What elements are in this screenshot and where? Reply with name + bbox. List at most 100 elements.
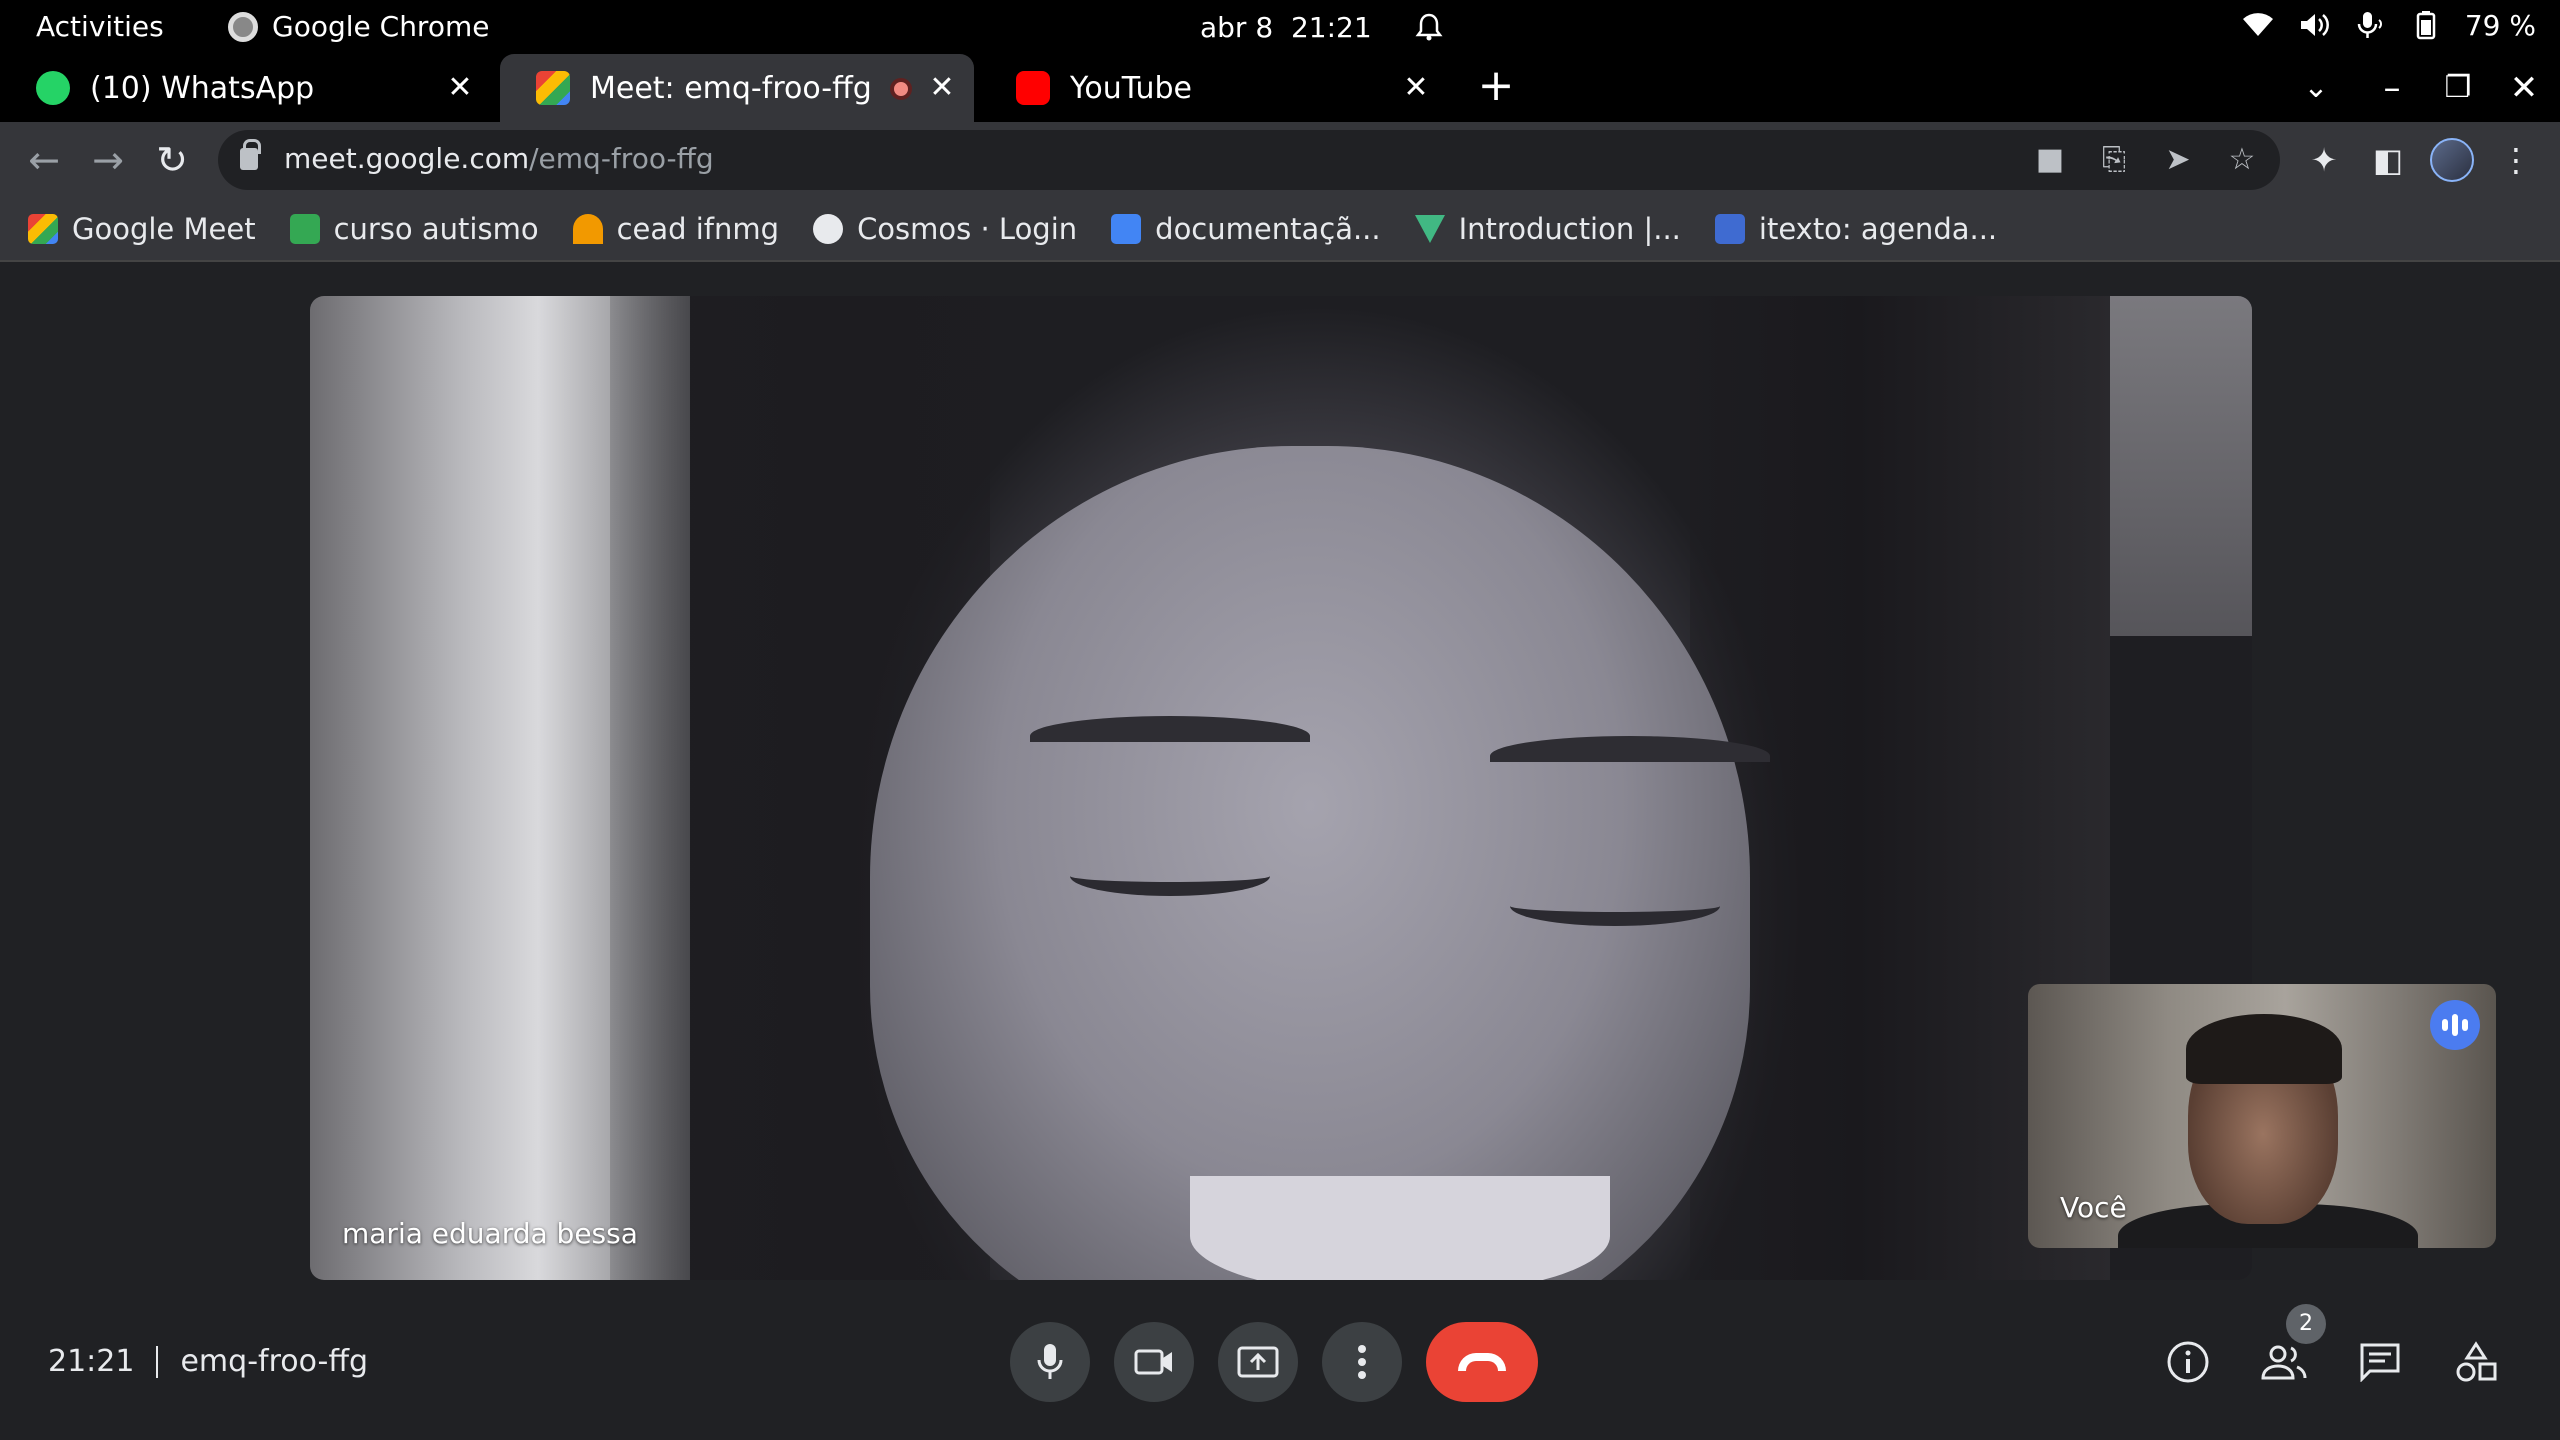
translate-icon[interactable]: ⎘: [2096, 142, 2132, 178]
people-icon: [2261, 1345, 2307, 1380]
vue-icon: [1414, 215, 1445, 243]
participant-video-main[interactable]: maria eduarda bessa: [310, 296, 2252, 1280]
close-icon[interactable]: ✕: [442, 70, 478, 106]
youtube-icon: [1016, 71, 1050, 105]
url-path: /emq-froo-ffg: [529, 142, 714, 175]
meeting-details-button[interactable]: [2160, 1334, 2216, 1390]
microphone-button[interactable]: [1010, 1322, 1090, 1402]
battery-icon: [2409, 8, 2443, 42]
document-icon: [1111, 214, 1142, 244]
tab-label: YouTube: [1070, 70, 1192, 106]
bookmark-label: Cosmos · Login: [857, 212, 1078, 246]
present-screen-icon: [1237, 1346, 1279, 1378]
url-text: meet.google.com/emq-froo-ffg: [284, 142, 714, 175]
participant-name-label: maria eduarda bessa: [342, 1217, 638, 1250]
close-icon[interactable]: ✕: [924, 70, 960, 106]
minimize-button[interactable]: –: [2362, 54, 2422, 122]
bookmark-label: cead ifnmg: [616, 212, 780, 246]
bookmark-label: itexto: agenda...: [1758, 212, 1998, 246]
google-meet-icon: [28, 214, 58, 244]
back-button[interactable]: ←: [20, 136, 68, 184]
tab-meet[interactable]: Meet: emq-froo-ffg ✕: [500, 54, 974, 122]
camera-icon: [1134, 1349, 1172, 1375]
google-classroom-icon: [289, 214, 320, 244]
chat-icon: [2360, 1343, 2400, 1382]
bookmark-label: Google Meet: [72, 212, 256, 246]
video-detail: [1070, 856, 1270, 896]
tab-label: (10) WhatsApp: [90, 70, 315, 106]
participant-face: [870, 446, 1750, 1280]
google-meet-icon: [536, 71, 570, 105]
self-view-video[interactable]: Você: [2028, 984, 2496, 1248]
extensions-puzzle-icon[interactable]: ✦: [2302, 138, 2346, 182]
forward-button[interactable]: →: [84, 136, 132, 184]
meeting-time: 21:21: [48, 1344, 135, 1379]
close-icon[interactable]: ✕: [1398, 70, 1434, 106]
globe-icon: [813, 214, 844, 244]
bookmark-google-meet[interactable]: Google Meet: [28, 212, 256, 246]
reload-button[interactable]: ↻: [148, 136, 196, 184]
html5-icon: [1714, 214, 1745, 244]
bookmark-documentacao[interactable]: documentaçã...: [1111, 212, 1381, 246]
new-tab-button[interactable]: +: [1472, 54, 1520, 122]
bookmark-introduction[interactable]: Introduction |...: [1414, 212, 1681, 246]
bookmark-cead-ifnmg[interactable]: cead ifnmg: [572, 212, 780, 246]
battery-percentage: 79 %: [2464, 8, 2536, 42]
lock-icon: [240, 139, 261, 170]
chat-button[interactable]: [2352, 1334, 2408, 1390]
microphone-icon: [1037, 1344, 1063, 1379]
participant-count-badge: 2: [2286, 1304, 2326, 1344]
gnome-top-bar: Activities Google Chrome abr 8 21:21 79 …: [0, 0, 2560, 54]
more-vertical-icon: [1358, 1345, 1366, 1379]
restore-button[interactable]: ❐: [2428, 54, 2488, 122]
video-detail: [1190, 1176, 1610, 1280]
volume-icon: [2297, 8, 2331, 42]
browser-toolbar: ← → ↻ meet.google.com/emq-froo-ffg ■ ⎘ ➤…: [0, 122, 2560, 198]
speaking-indicator-icon: [2430, 1000, 2480, 1050]
info-icon: [2167, 1341, 2209, 1383]
tab-label: Meet: emq-froo-ffg: [590, 70, 872, 106]
clock[interactable]: abr 8 21:21: [1200, 10, 1446, 44]
video-detail: [1030, 716, 1310, 756]
activities-shapes-icon: [2456, 1341, 2497, 1382]
self-name-label: Você: [2060, 1191, 2127, 1224]
more-menu-icon[interactable]: ⋮: [2494, 138, 2538, 182]
bookmarks-bar: Google Meet curso autismo cead ifnmg Cos…: [0, 198, 2560, 262]
microphone-icon: [2353, 8, 2387, 42]
tab-search-chevron-icon[interactable]: ⌄: [2286, 54, 2346, 122]
video-detail: [1490, 736, 1770, 776]
chrome-icon: [228, 11, 258, 42]
divider: [156, 1345, 159, 1378]
end-call-icon: [1458, 1353, 1506, 1371]
camera-in-use-icon[interactable]: ■: [2032, 142, 2068, 178]
clock-date: abr 8: [1200, 10, 1274, 44]
address-bar[interactable]: meet.google.com/emq-froo-ffg ■ ⎘ ➤ ☆: [218, 130, 2280, 190]
recording-indicator-icon: [890, 78, 912, 100]
app-menu[interactable]: Google Chrome: [228, 10, 489, 43]
tab-whatsapp[interactable]: (10) WhatsApp ✕: [0, 54, 492, 122]
bookmark-curso-autismo[interactable]: curso autismo: [289, 212, 539, 246]
present-screen-button[interactable]: [1218, 1322, 1298, 1402]
meeting-code: emq-froo-ffg: [180, 1344, 369, 1379]
clock-date-time: abr 8 21:21: [1200, 11, 1372, 44]
bookmark-cosmos-login[interactable]: Cosmos · Login: [813, 212, 1077, 246]
leave-call-button[interactable]: [1426, 1322, 1538, 1402]
camera-button[interactable]: [1114, 1322, 1194, 1402]
tab-youtube[interactable]: YouTube ✕: [980, 54, 1448, 122]
close-window-button[interactable]: ✕: [2494, 54, 2554, 122]
send-to-devices-icon[interactable]: ➤: [2160, 142, 2196, 178]
bookmark-itexto[interactable]: itexto: agenda...: [1714, 212, 1998, 246]
activities-button[interactable]: Activities: [36, 10, 164, 43]
self-view-detail: [2186, 1014, 2342, 1084]
meet-stage: maria eduarda bessa Você 21:21 emq-froo-…: [0, 264, 2560, 1440]
side-panel-icon[interactable]: ◧: [2366, 138, 2410, 182]
more-options-button[interactable]: [1322, 1322, 1402, 1402]
bookmark-star-icon[interactable]: ☆: [2224, 142, 2260, 178]
system-tray[interactable]: 79 %: [2241, 8, 2536, 42]
video-detail: [1510, 886, 1720, 926]
url-host: meet.google.com: [284, 142, 530, 175]
app-menu-label: Google Chrome: [272, 10, 490, 43]
bookmark-label: documentaçã...: [1155, 212, 1381, 246]
profile-avatar[interactable]: [2430, 138, 2474, 182]
activities-button[interactable]: [2448, 1334, 2504, 1390]
